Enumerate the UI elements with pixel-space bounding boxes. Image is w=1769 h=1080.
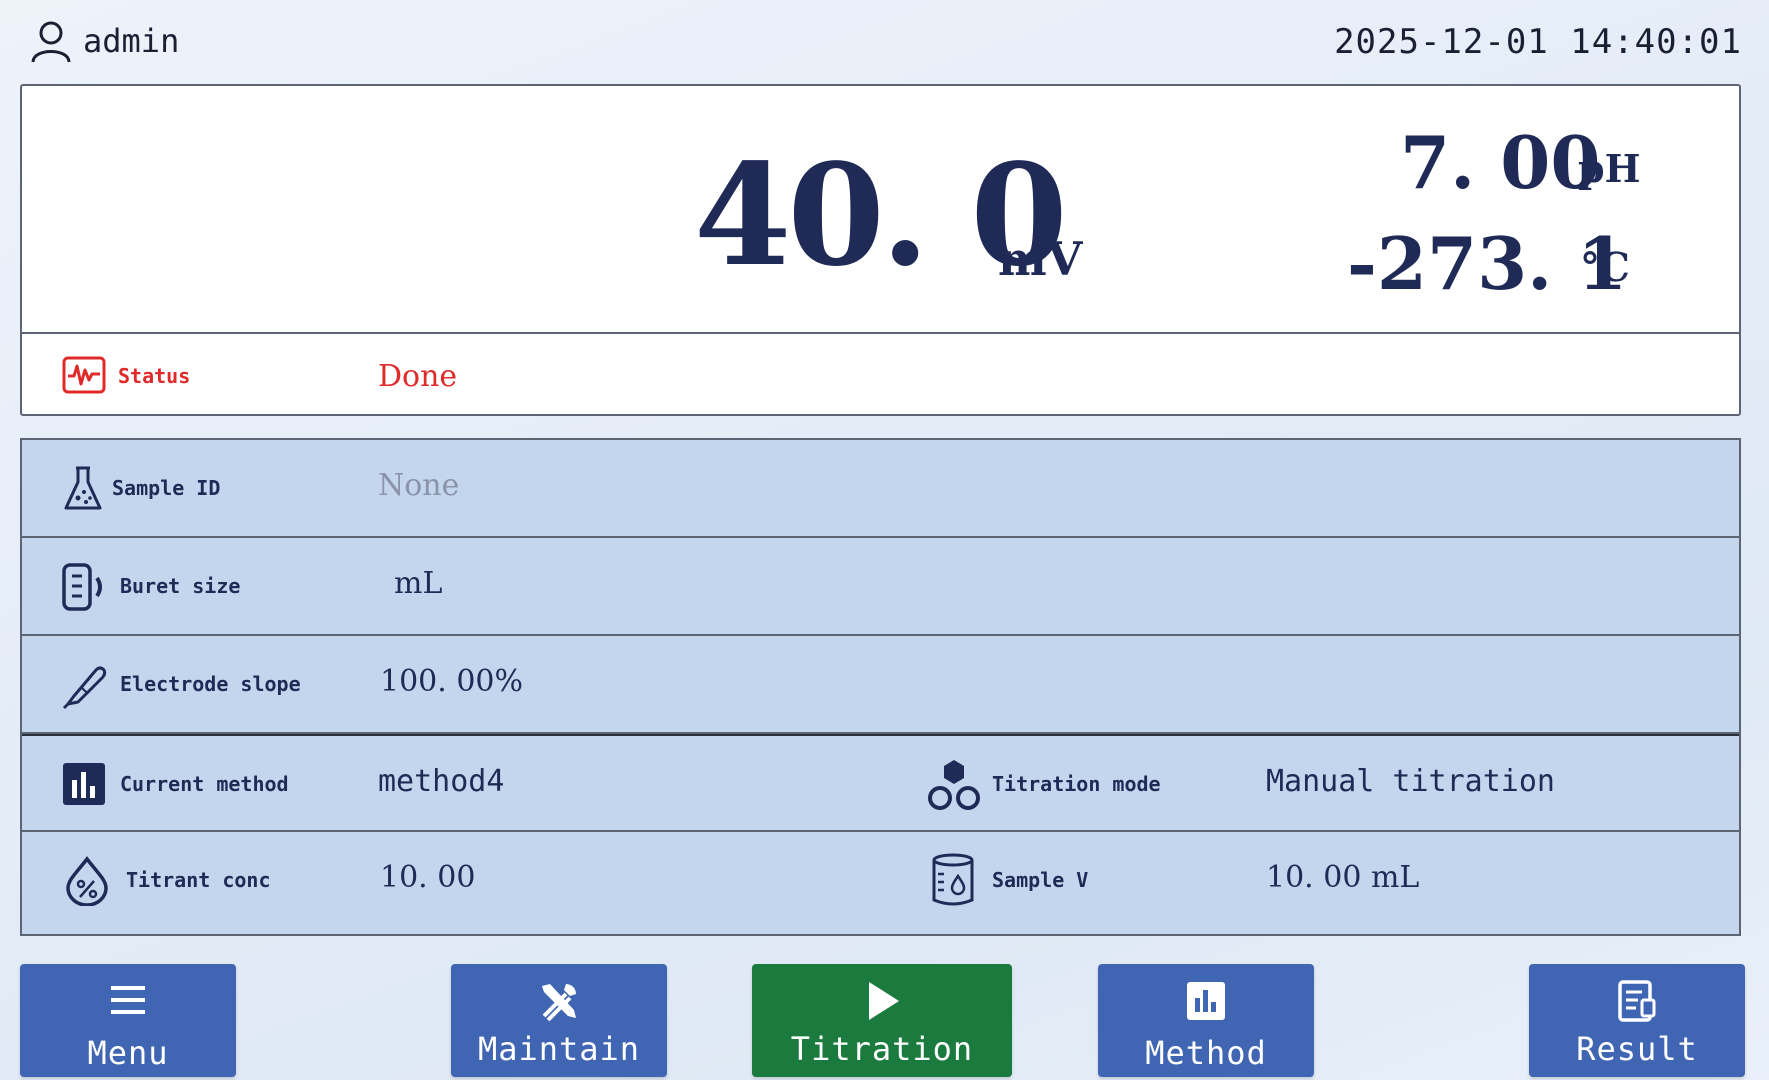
flask-icon [64, 466, 102, 510]
buret-size-label: Buret size [120, 574, 241, 598]
temperature-unit: ℃ [1582, 244, 1630, 291]
current-method-value[interactable]: method4 [378, 764, 504, 799]
titrant-conc-label: Titrant conc [126, 868, 271, 892]
titration-button[interactable]: Titration [752, 964, 1012, 1077]
potential-unit: mV [998, 232, 1083, 286]
method-mode-row: Current method method4 Titration mode Ma… [22, 734, 1739, 832]
titrant-conc-value[interactable]: 10. 00 [380, 860, 475, 895]
electrode-slope-row[interactable]: Electrode slope 100. 00% [22, 636, 1739, 734]
buret-size-value: mL [394, 566, 443, 601]
reading-panel: 40. 0 mV 7. 00 pH -273. 1 ℃ Status Done [20, 84, 1741, 416]
sample-id-label: Sample ID [112, 476, 221, 500]
titration-mode-label: Titration mode [992, 772, 1161, 796]
method-button[interactable]: Method [1098, 964, 1314, 1077]
status-row: Status Done [22, 332, 1739, 418]
percent-drop-icon [66, 856, 108, 906]
sample-v-label: Sample V [992, 868, 1089, 892]
document-icon [1618, 980, 1656, 1022]
method-button-label: Method [1145, 1034, 1267, 1072]
menu-button[interactable]: Menu [20, 964, 236, 1077]
electrode-slope-label: Electrode slope [120, 672, 301, 696]
tools-icon [542, 984, 576, 1022]
top-bar: admin 2025-12-01 14:40:01 [0, 0, 1769, 84]
container-icon [932, 853, 974, 906]
datetime: 2025-12-01 14:40:01 [1334, 22, 1742, 62]
ph-unit: pH [1578, 146, 1641, 191]
waveform-icon [62, 356, 106, 394]
electrode-icon [62, 666, 107, 710]
sample-id-value: None [378, 468, 460, 503]
titration-mode-value[interactable]: Manual titration [1266, 764, 1555, 799]
status-value: Done [378, 359, 458, 394]
buret-size-row[interactable]: Buret size mL [22, 538, 1739, 636]
chart-icon [63, 763, 105, 805]
result-button[interactable]: Result [1529, 964, 1745, 1077]
conc-volume-row: Titrant conc 10. 00 Sample V 10. 00 mL [22, 832, 1739, 930]
sample-v-value[interactable]: 10. 00 mL [1266, 860, 1419, 895]
info-panel: Sample ID None Buret size mL Electrode s… [20, 438, 1741, 936]
sample-id-row[interactable]: Sample ID None [22, 440, 1739, 538]
buret-icon [62, 563, 102, 611]
user-icon[interactable] [28, 18, 74, 64]
current-method-label: Current method [120, 772, 289, 796]
ph-value: 7. 00 [1400, 120, 1601, 205]
titration-button-label: Titration [790, 1030, 974, 1068]
chart-icon [1187, 982, 1225, 1020]
maintain-button[interactable]: Maintain [451, 964, 667, 1077]
username[interactable]: admin [83, 22, 179, 60]
result-button-label: Result [1576, 1030, 1698, 1068]
status-label: Status [118, 364, 191, 388]
hamburger-icon [111, 986, 145, 1014]
menu-button-label: Menu [87, 1034, 169, 1072]
play-icon [869, 982, 899, 1020]
electrode-slope-value: 100. 00% [380, 664, 524, 699]
maintain-button-label: Maintain [477, 1030, 641, 1068]
molecule-icon [928, 760, 980, 810]
